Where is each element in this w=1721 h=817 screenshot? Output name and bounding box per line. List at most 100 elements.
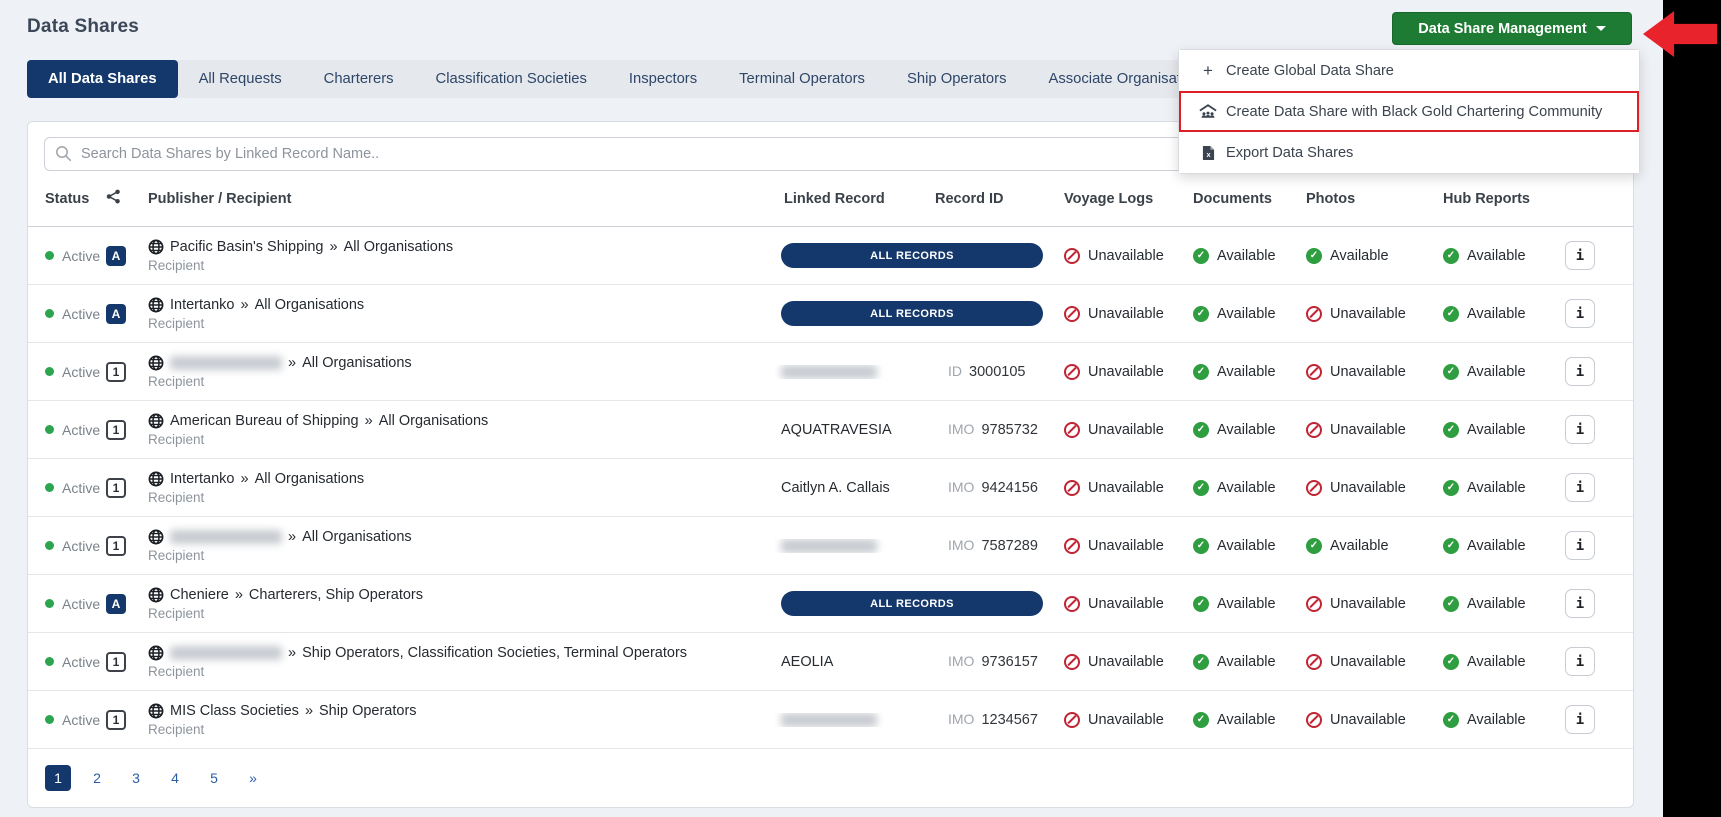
record-id-value: 3000105 [969, 364, 1025, 380]
documents-status: Available [1185, 712, 1300, 728]
page-title: Data Shares [27, 16, 139, 38]
info-button[interactable]: i [1565, 589, 1595, 618]
publisher-recipient-cell: MIS Class Societies » Ship Operators Rec… [141, 703, 775, 737]
hub-reports-status-icon [1443, 364, 1459, 380]
info-icon: i [1576, 306, 1584, 322]
photos-status-icon [1306, 422, 1322, 438]
record-id-type: ID [948, 363, 962, 379]
photos-status-icon [1306, 654, 1322, 670]
column-header-hub-reports: Hub Reports [1435, 191, 1557, 207]
documents-status: Available [1185, 596, 1300, 612]
page-button-2[interactable]: 2 [84, 765, 110, 791]
pagination: 12345 » [28, 749, 1633, 791]
documents-status-icon [1193, 712, 1209, 728]
documents-status-label: Available [1217, 654, 1276, 670]
publisher-name: American Bureau of Shipping [170, 413, 359, 429]
menu-item-label: Create Global Data Share [1226, 63, 1394, 79]
info-button[interactable]: i [1565, 241, 1595, 270]
tab-label: Ship Operators [907, 71, 1007, 87]
info-button[interactable]: i [1565, 531, 1595, 560]
info-button[interactable]: i [1565, 357, 1595, 386]
record-id-cell: IMO 9785732 [935, 421, 1038, 438]
data-share-management-button[interactable]: Data Share Management [1392, 12, 1632, 45]
role-label: Recipient [148, 548, 204, 563]
publisher-separator: » [288, 645, 296, 661]
info-icon: i [1576, 538, 1584, 554]
share-type-badge: 1 [106, 652, 126, 672]
publisher-recipient-cell: » Ship Operators, Classification Societi… [141, 645, 775, 679]
status-dot-icon [45, 541, 54, 550]
table-row: Active 1 American Bureau of Shipping » A… [28, 401, 1633, 459]
page-button-1[interactable]: 1 [45, 765, 71, 791]
record-id-cell: IMO 9424156 [935, 479, 1038, 496]
linked-record-cell: ALL RECORDS [775, 301, 1050, 326]
voyage-logs-status: Unavailable [1050, 364, 1185, 380]
voyage-logs-status-icon [1064, 712, 1080, 728]
publisher-separator: » [235, 587, 243, 603]
tab-ship-operators[interactable]: Ship Operators [886, 60, 1028, 98]
info-button[interactable]: i [1565, 299, 1595, 328]
record-id-type: IMO [948, 653, 974, 669]
info-button[interactable]: i [1565, 473, 1595, 502]
page-button-4[interactable]: 4 [162, 765, 188, 791]
next-page-button[interactable]: » [240, 765, 266, 791]
info-icon: i [1576, 422, 1584, 438]
info-button[interactable]: i [1565, 647, 1595, 676]
record-id-type: IMO [948, 479, 974, 495]
menu-item[interactable]: + Create Global Data Share [1179, 50, 1639, 91]
photos-status-icon [1306, 480, 1322, 496]
linked-record-name-redacted [781, 365, 877, 379]
menu-item[interactable]: Create Data Share with Black Gold Charte… [1179, 91, 1639, 132]
photos-status-label: Available [1330, 538, 1389, 554]
photos-status: Available [1300, 538, 1435, 554]
voyage-logs-status: Unavailable [1050, 654, 1185, 670]
voyage-logs-status-icon [1064, 596, 1080, 612]
recipient-groups: Ship Operators [319, 703, 417, 719]
hub-reports-status: Available [1435, 422, 1557, 438]
hub-reports-status-icon [1443, 654, 1459, 670]
documents-status-label: Available [1217, 364, 1276, 380]
publisher-recipient-cell: » All Organisations Recipient [141, 355, 775, 389]
role-label: Recipient [148, 606, 204, 621]
globe-icon [148, 645, 164, 661]
voyage-logs-status-label: Unavailable [1088, 654, 1164, 670]
status-label: Active [62, 422, 100, 438]
publisher-recipient-cell: American Bureau of Shipping » All Organi… [141, 413, 775, 447]
voyage-logs-status-icon [1064, 364, 1080, 380]
hub-reports-status-icon [1443, 596, 1459, 612]
info-button[interactable]: i [1565, 705, 1595, 734]
info-button[interactable]: i [1565, 415, 1595, 444]
tab-classification-societies[interactable]: Classification Societies [415, 60, 608, 98]
photos-status-label: Unavailable [1330, 654, 1406, 670]
status-cell: Active [45, 596, 106, 612]
all-records-pill: ALL RECORDS [781, 301, 1043, 326]
column-header-photos: Photos [1300, 191, 1435, 207]
tab-charterers[interactable]: Charterers [303, 60, 415, 98]
page-button-3[interactable]: 3 [123, 765, 149, 791]
photos-status-icon [1306, 306, 1322, 322]
menu-item-label: Create Data Share with Black Gold Charte… [1226, 104, 1602, 120]
tab-all-data-shares[interactable]: All Data Shares [27, 60, 178, 98]
tab-all-requests[interactable]: All Requests [178, 60, 303, 98]
tab-inspectors[interactable]: Inspectors [608, 60, 718, 98]
menu-item[interactable]: x Export Data Shares [1179, 132, 1639, 173]
community-icon [1199, 104, 1217, 119]
status-dot-icon [45, 715, 54, 724]
page-button-5[interactable]: 5 [201, 765, 227, 791]
documents-status-icon [1193, 480, 1209, 496]
recipient-groups: All Organisations [255, 297, 365, 313]
recipient-groups: All Organisations [379, 413, 489, 429]
record-id-type: IMO [948, 537, 974, 553]
linked-record-name: Caitlyn A. Callais [781, 480, 890, 496]
tab-terminal-operators[interactable]: Terminal Operators [718, 60, 886, 98]
column-header-status: Status [45, 191, 106, 207]
photos-status-label: Unavailable [1330, 422, 1406, 438]
publisher-recipient-cell: Pacific Basin's Shipping » All Organisat… [141, 239, 775, 273]
publisher-separator: » [305, 703, 313, 719]
status-label: Active [62, 712, 100, 728]
status-label: Active [62, 538, 100, 554]
hub-reports-status-label: Available [1467, 422, 1526, 438]
voyage-logs-status: Unavailable [1050, 712, 1185, 728]
linked-record-cell: ALL RECORDS [775, 243, 1050, 268]
publisher-separator: » [288, 529, 296, 545]
